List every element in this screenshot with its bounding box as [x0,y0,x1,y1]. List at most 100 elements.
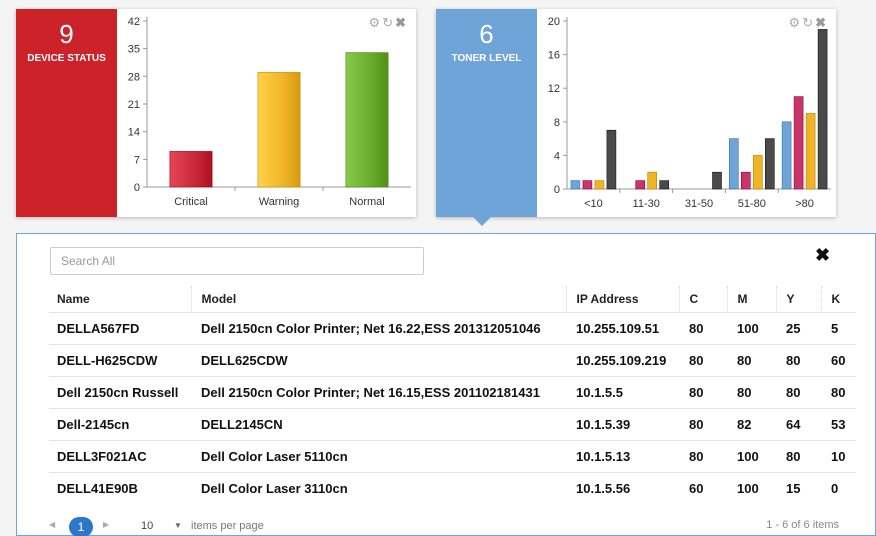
x-tick-label: Critical [174,196,208,208]
device-status-tile[interactable]: 9 DEVICE STATUS [16,9,117,217]
cell-y: 25 [776,311,821,344]
cell-m: 80 [727,375,776,408]
cell-k: 80 [821,375,856,408]
y-tick-label: 0 [134,182,140,194]
cell-name: Dell 2150cn Russell [49,375,191,408]
cell-c: 60 [679,471,727,504]
device-status-label: DEVICE STATUS [27,53,106,64]
toner-level-chart: 0 4 8 12 16 20 <10 11-30 31-50 51-80 >80 [548,16,831,210]
bar [582,180,593,190]
x-tick-label: Normal [349,196,384,208]
column-header-m[interactable]: M [726,286,776,312]
table-row[interactable]: DELLA567FD Dell 2150cn Color Printer; Ne… [49,311,856,344]
column-header-k[interactable]: K [820,286,856,312]
y-tick-label: 8 [554,117,560,129]
pager: ◀ 1 ▶ 10 ▼ items per page 1 - 6 of 6 ite… [49,517,839,536]
cell-c: 80 [679,311,727,344]
cell-model: Dell 2150cn Color Printer; Net 16.22,ESS… [191,311,566,344]
x-tick-label: 11-30 [633,198,660,210]
cell-ip: 10.1.5.56 [566,471,679,504]
y-tick-label: 35 [128,44,140,56]
cell-y: 80 [776,375,821,408]
cell-ip: 10.255.109.219 [566,343,679,376]
device-count: 9 [59,19,74,49]
column-header-c[interactable]: C [678,286,727,312]
device-table: Name Model IP Address C M Y K DELLA567FD… [49,286,856,504]
bar [257,72,301,188]
bar [712,171,722,190]
selected-pointer [473,217,491,226]
table-row[interactable]: Dell 2150cn Russell Dell 2150cn Color Pr… [49,375,856,408]
cell-m: 82 [727,407,776,440]
bar [765,138,775,190]
y-tick-label: 28 [128,71,140,83]
search-input[interactable] [50,247,424,275]
column-header-y[interactable]: Y [775,286,821,312]
items-per-page-label: items per page [191,520,264,532]
column-header-model[interactable]: Model [190,286,566,312]
cell-m: 80 [727,343,776,376]
table-row[interactable]: DELL3F021AC Dell Color Laser 5110cn 10.1… [49,439,856,472]
bar [659,180,669,190]
cell-c: 80 [679,375,727,408]
cell-model: DELL625CDW [191,343,566,376]
cell-ip: 10.1.5.5 [566,375,679,408]
bar [741,171,751,190]
chevron-down-icon[interactable]: ▼ [174,521,182,530]
y-tick-label: 12 [548,83,560,95]
table-header-row: Name Model IP Address C M Y K [49,286,856,312]
bar [781,121,792,190]
cell-m: 100 [727,439,776,472]
column-header-name[interactable]: Name [49,286,191,312]
bar [793,96,804,190]
bar [606,129,617,190]
toner-level-label: TONER LEVEL [451,53,522,64]
bar [647,171,657,190]
table-row[interactable]: DELL-H625CDW DELL625CDW 10.255.109.219 8… [49,343,856,376]
cell-y: 64 [776,407,821,440]
table-row[interactable]: Dell-2145cn DELL2145CN 10.1.5.39 80 82 6… [49,407,856,440]
cell-m: 100 [727,311,776,344]
cell-c: 80 [679,439,727,472]
next-page-icon[interactable]: ▶ [103,520,109,529]
page-button-current[interactable]: 1 [69,517,93,536]
toner-level-tile[interactable]: 6 TONER LEVEL [436,9,537,226]
toner-level-widget: 6 TONER LEVEL ⚙↻✖ 0 4 8 12 16 20 <10 11-30 31-50… [436,9,836,226]
x-tick-label: <10 [584,198,603,210]
cell-name: DELL-H625CDW [49,343,191,376]
cell-c: 80 [679,343,727,376]
cell-ip: 10.1.5.13 [566,439,679,472]
cell-name: DELL41E90B [49,471,191,504]
page-size-select[interactable]: 10 [141,520,153,532]
cell-k: 53 [821,407,856,440]
x-tick-label: 31-50 [685,198,713,210]
bar [817,29,828,190]
x-tick-label: Warning [259,196,300,208]
table-row[interactable]: DELL41E90B Dell Color Laser 3110cn 10.1.… [49,471,856,504]
bar [805,113,816,190]
bar [729,138,739,190]
cell-model: Dell Color Laser 5110cn [191,439,566,472]
device-grid-panel: ✖ Name Model IP Address C M Y K DELLA567… [16,233,876,536]
bar [753,155,763,190]
bar [594,180,605,190]
bar [345,52,389,188]
y-tick-label: 14 [128,127,140,139]
y-tick-label: 42 [128,16,140,28]
device-status-widget: 9 DEVICE STATUS ⚙↻✖ 0 7 14 21 28 35 42 Critical… [16,9,416,217]
close-icon[interactable]: ✖ [815,245,830,266]
bar [169,151,213,188]
cell-model: Dell Color Laser 3110cn [191,471,566,504]
cell-name: DELL3F021AC [49,439,191,472]
cell-m: 100 [727,471,776,504]
column-header-ip[interactable]: IP Address [565,286,679,312]
prev-page-icon[interactable]: ◀ [49,520,55,529]
x-tick-label: 51-80 [738,198,766,210]
cell-k: 5 [821,311,856,344]
device-status-chart: 0 7 14 21 28 35 42 Critical Warning Normal [128,16,411,208]
cell-k: 0 [821,471,856,504]
cell-y: 15 [776,471,821,504]
cell-ip: 10.255.109.51 [566,311,679,344]
y-tick-label: 7 [134,154,140,166]
y-tick-label: 0 [554,184,560,196]
